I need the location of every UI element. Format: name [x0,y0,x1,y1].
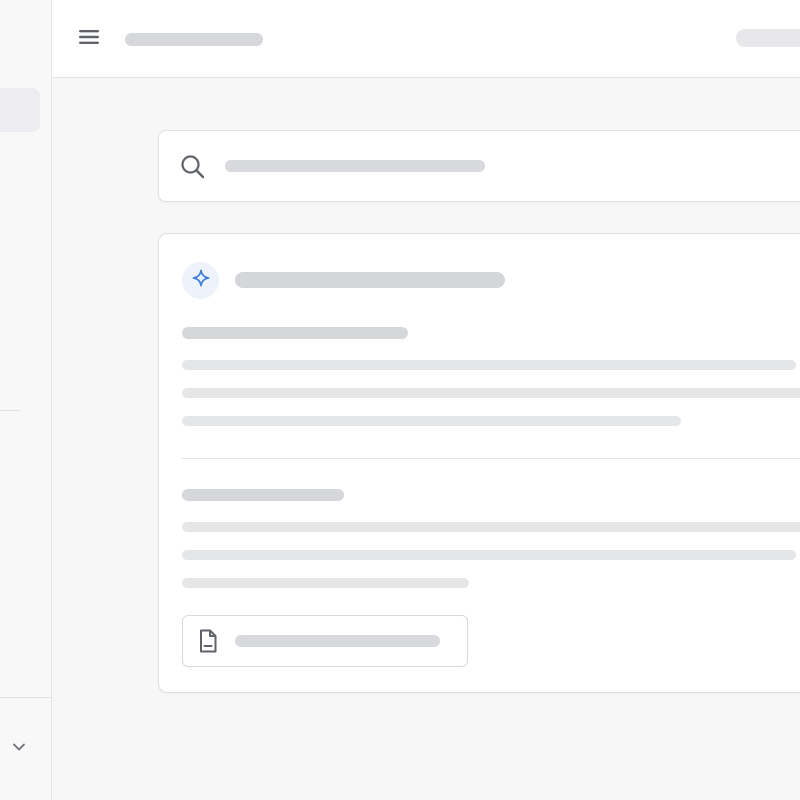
sidebar-active-item[interactable] [0,88,40,132]
topbar-action-placeholder[interactable] [736,29,800,47]
result-card [158,233,800,693]
app-window [0,0,800,800]
text-line-placeholder [182,578,469,588]
text-line-placeholder [182,522,800,532]
section-heading-placeholder [182,489,344,501]
text-line-placeholder [182,360,796,370]
document-icon [195,628,221,654]
search-bar[interactable] [158,130,800,202]
sidebar-footer-divider [0,697,51,698]
sidebar [0,0,52,800]
menu-button[interactable] [75,26,103,52]
top-bar [52,0,800,78]
attachment-name-placeholder [235,635,440,647]
text-line-placeholder [182,388,800,398]
text-line-placeholder [182,416,681,426]
hamburger-menu-icon [78,28,100,51]
chevron-down-icon[interactable] [11,739,27,755]
search-input-placeholder[interactable] [225,160,485,172]
card-title-placeholder [235,272,505,288]
attachment-chip[interactable] [182,615,468,667]
sparkle-icon [192,269,210,292]
sidebar-divider [0,410,21,411]
card-divider [181,458,800,459]
text-line-placeholder [182,550,796,560]
search-icon [179,153,207,181]
section-heading-placeholder [182,327,408,339]
sparkle-badge [182,262,219,299]
page-title-placeholder [125,33,263,46]
